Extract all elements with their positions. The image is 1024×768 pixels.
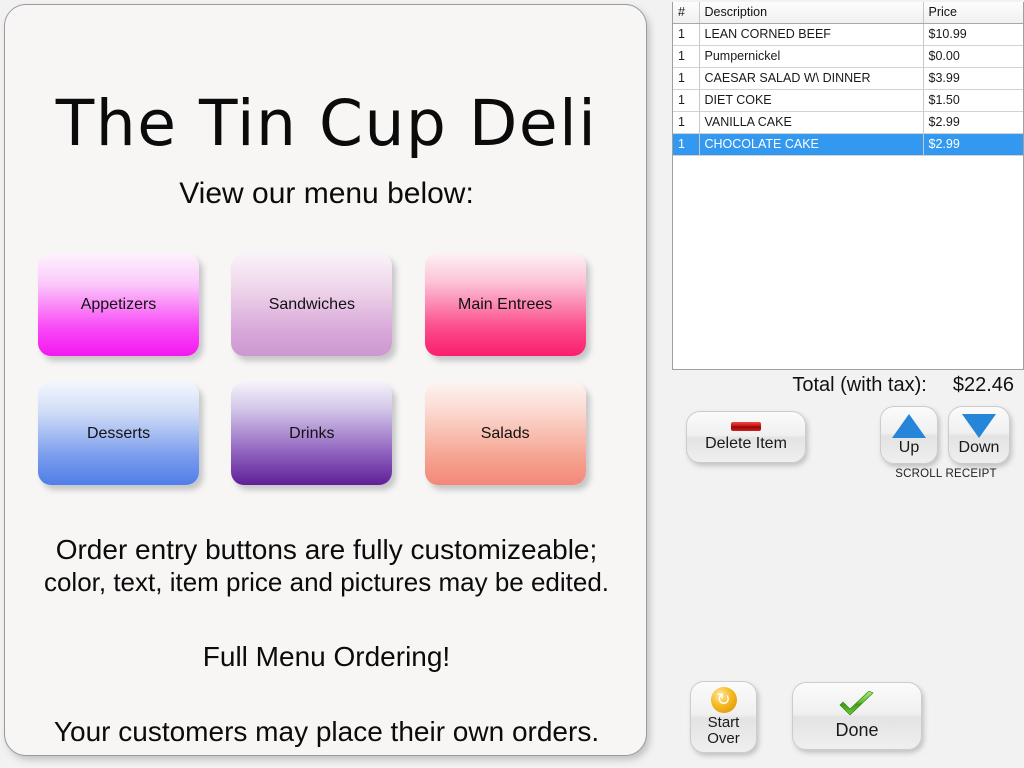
receipt-cell-qty: 1 (673, 67, 700, 90)
receipt-table-body: 1 LEAN CORNED BEEF $10.99 1 Pumpernickel $0.0… (673, 23, 1023, 156)
receipt-cell-description: VANILLA CAKE (699, 111, 924, 134)
receipt-cell-price: $2.99 (923, 133, 1023, 156)
category-cell: Salads (424, 382, 618, 485)
receipt-row[interactable]: 1 DIET COKE $1.50 (673, 89, 1023, 112)
receipt-cell-price: $2.99 (923, 111, 1023, 134)
receipt-cell-price: $3.99 (923, 67, 1023, 90)
receipt-row[interactable]: 1 CAESAR SALAD W\ DINNER $3.99 (673, 67, 1023, 90)
receipt-table: # Description Price 1 LEAN CORNED BEEF $10… (673, 2, 1023, 156)
category-button-grid: Appetizers Sandwiches Main Entrees Desse… (38, 253, 618, 485)
arrow-down-icon (962, 413, 996, 438)
receipt-cell-description: CAESAR SALAD W\ DINNER (699, 67, 924, 90)
receipt-cell-price: $0.00 (923, 45, 1023, 68)
done-button[interactable]: Done (792, 682, 922, 750)
receipt-header-row: # Description Price (673, 2, 1023, 24)
start-over-label-line1: Start (707, 713, 740, 731)
scroll-up-label: Up (898, 438, 920, 456)
category-cell: Sandwiches (231, 253, 424, 356)
promo-line-4: Your customers may place their own order… (53, 715, 600, 747)
category-row-2: Desserts Drinks Salads (38, 382, 618, 485)
category-cell: Main Entrees (424, 253, 618, 356)
category-button-main-entrees[interactable]: Main Entrees (424, 253, 586, 356)
column-header-price: Price (923, 2, 1023, 24)
checkmark-icon (839, 691, 874, 716)
promo-line-1: Order entry buttons are fully customizea… (55, 534, 598, 565)
receipt-table-head: # Description Price (673, 2, 1023, 24)
receipt-cell-qty: 1 (673, 89, 700, 112)
receipt-row[interactable]: 1 VANILLA CAKE $2.99 (673, 111, 1023, 134)
receipt-list[interactable]: # Description Price 1 LEAN CORNED BEEF $10… (672, 2, 1024, 370)
category-button-appetizers[interactable]: Appetizers (38, 253, 199, 356)
delete-item-button[interactable]: Delete Item (686, 411, 806, 463)
receipt-cell-description: CHOCOLATE CAKE (699, 133, 924, 156)
scroll-down-button[interactable]: Down (948, 406, 1010, 464)
receipt-cell-description: LEAN CORNED BEEF (699, 23, 924, 46)
menu-panel: The Tin Cup Deli View our menu below: Ap… (4, 4, 647, 756)
delete-item-label: Delete Item (705, 434, 787, 452)
promo-text-block: Order entry buttons are fully customizea… (5, 533, 648, 748)
category-cell: Drinks (231, 382, 424, 485)
receipt-row[interactable]: 1 CHOCOLATE CAKE $2.99 (673, 133, 1023, 156)
category-button-salads[interactable]: Salads (424, 382, 586, 485)
receipt-cell-qty: 1 (673, 45, 700, 68)
done-label: Done (835, 720, 879, 740)
promo-line-2: color, text, item price and pictures may… (43, 567, 610, 598)
scroll-down-label: Down (958, 438, 1000, 456)
category-button-sandwiches[interactable]: Sandwiches (231, 253, 393, 356)
order-panel: # Description Price 1 LEAN CORNED BEEF $10… (672, 0, 1024, 768)
total-label: Total (with tax): (792, 374, 927, 396)
scroll-receipt-hint: SCROLL RECEIPT (895, 468, 997, 480)
start-over-button[interactable]: ↻ Start Over (690, 681, 757, 753)
start-over-label-line2: Over (707, 730, 740, 747)
receipt-cell-description: DIET COKE (699, 89, 924, 112)
promo-line-3: Full Menu Ordering! (202, 640, 451, 672)
arrow-up-icon (892, 413, 926, 438)
receipt-row[interactable]: 1 LEAN CORNED BEEF $10.99 (673, 23, 1023, 46)
column-header-qty: # (673, 2, 700, 24)
receipt-cell-price: $1.50 (923, 89, 1023, 112)
receipt-cell-price: $10.99 (923, 23, 1023, 46)
receipt-cell-description: Pumpernickel (699, 45, 924, 68)
receipt-cell-qty: 1 (673, 111, 700, 134)
category-cell: Desserts (38, 382, 231, 485)
receipt-row[interactable]: 1 Pumpernickel $0.00 (673, 45, 1023, 68)
category-button-desserts[interactable]: Desserts (38, 382, 199, 485)
category-cell: Appetizers (38, 253, 231, 356)
receipt-cell-qty: 1 (673, 23, 700, 46)
scroll-up-button[interactable]: Up (880, 406, 938, 464)
order-total: Total (with tax): $22.46 (672, 374, 1024, 397)
refresh-icon: ↻ (710, 686, 737, 713)
category-row-1: Appetizers Sandwiches Main Entrees (38, 253, 618, 356)
menu-subtitle: View our menu below: (179, 177, 474, 210)
delete-icon (731, 421, 761, 431)
page-title: The Tin Cup Deli (55, 87, 598, 160)
total-value: $22.46 (952, 374, 1014, 396)
pos-order-screen: The Tin Cup Deli View our menu below: Ap… (0, 0, 1024, 768)
receipt-cell-qty: 1 (673, 133, 700, 156)
category-button-drinks[interactable]: Drinks (231, 382, 393, 485)
column-header-description: Description (699, 2, 924, 24)
